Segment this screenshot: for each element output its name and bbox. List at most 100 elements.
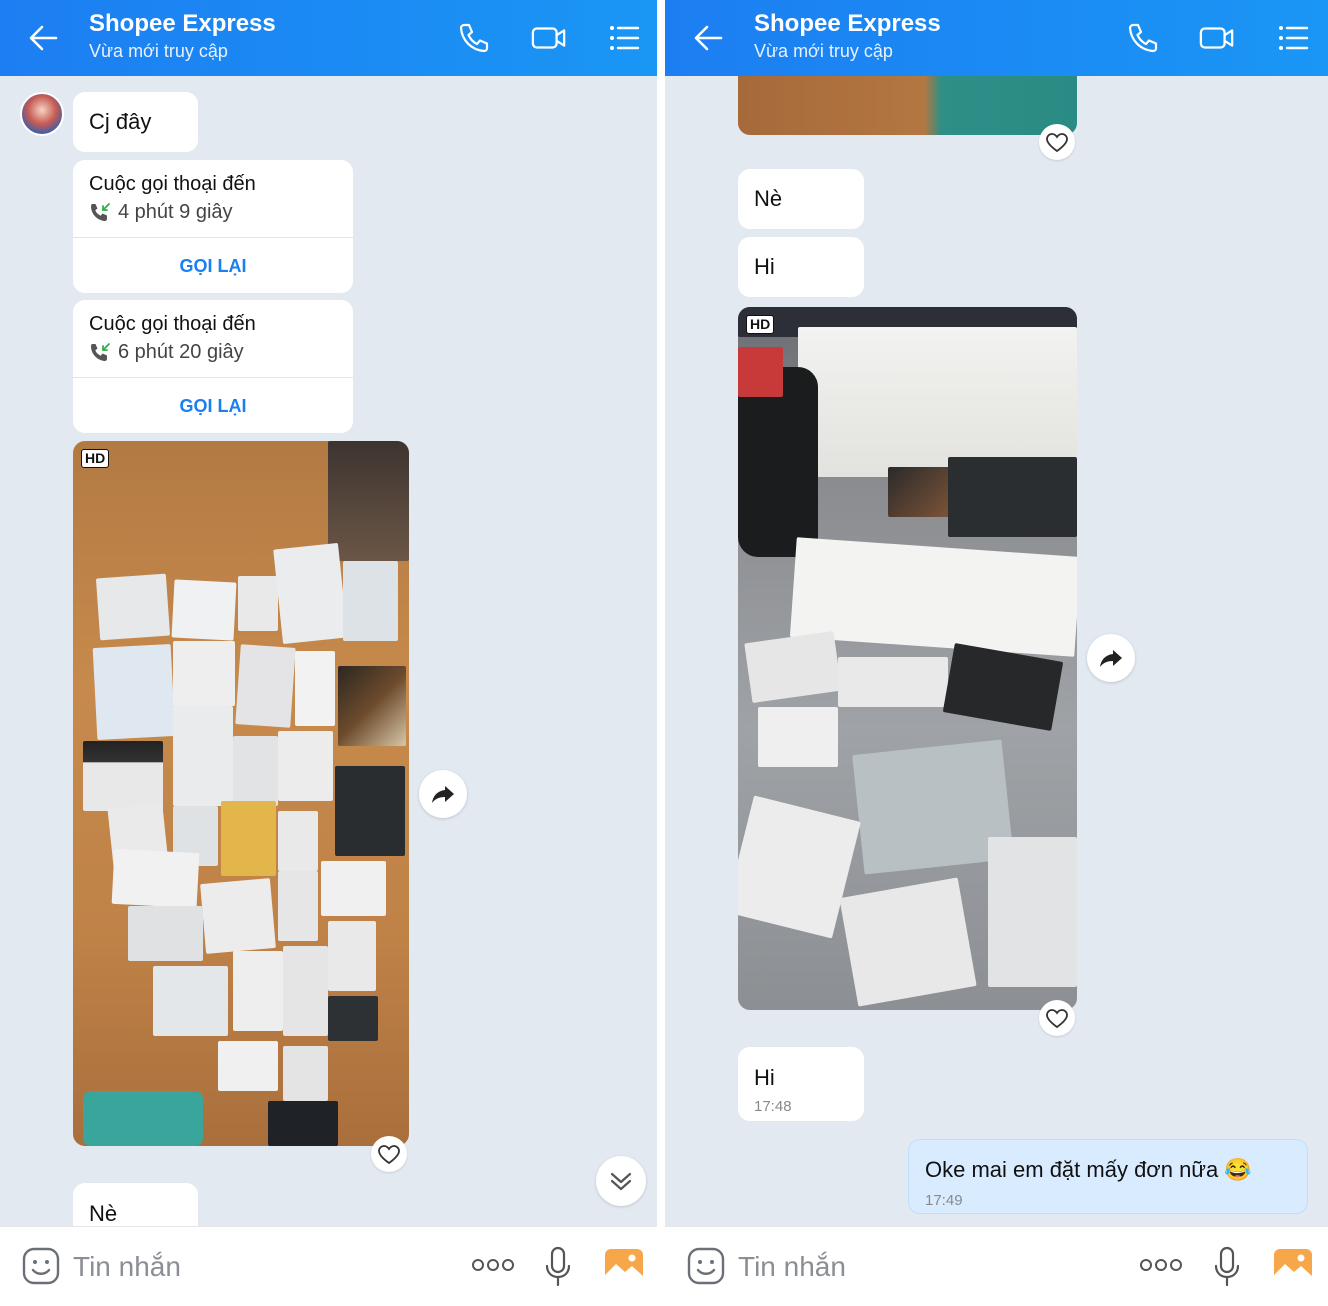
package: [839, 877, 977, 1007]
phone-call-icon[interactable]: [1125, 20, 1161, 56]
microphone-icon[interactable]: [1211, 1245, 1243, 1289]
call-back-button[interactable]: GỌI LẠI: [73, 378, 353, 434]
react-button[interactable]: [1039, 1000, 1075, 1036]
package: [200, 878, 276, 954]
forward-button[interactable]: [419, 770, 467, 818]
package: [173, 706, 233, 806]
message-text: Nè: [754, 186, 783, 211]
message-text: Oke mai em đặt mấy đơn nữa 😂: [925, 1157, 1252, 1182]
package: [295, 651, 335, 726]
chat-screen-left: Shopee Express Vừa mới truy cập Cj đây C…: [0, 0, 657, 1306]
microphone-icon[interactable]: [542, 1245, 574, 1289]
photo-region: [738, 347, 783, 397]
message-text: Hi: [754, 1065, 775, 1090]
package: [948, 457, 1077, 537]
incoming-call-card: Cuộc gọi thoại đến 6 phút 20 giây GỌI LẠ…: [73, 300, 353, 433]
contact-avatar[interactable]: [20, 92, 64, 136]
photo-message[interactable]: HD: [73, 441, 409, 1146]
screenshot-collage: Shopee Express Vừa mới truy cập Cj đây C…: [0, 0, 1328, 1306]
package: [744, 631, 842, 703]
video-call-icon[interactable]: [531, 20, 567, 56]
package: [83, 1091, 203, 1146]
video-call-icon[interactable]: [1199, 20, 1235, 56]
scroll-down-button[interactable]: [596, 1156, 646, 1206]
message-text: Hi: [754, 254, 775, 279]
package: [218, 1041, 278, 1091]
hd-badge: HD: [81, 449, 110, 468]
call-duration: 6 phút 20 giây: [118, 341, 244, 363]
menu-list-icon[interactable]: [1275, 20, 1311, 56]
package: [268, 1101, 338, 1146]
message-text: Nè: [89, 1201, 118, 1226]
package: [153, 966, 228, 1036]
chat-header: Shopee Express Vừa mới truy cập: [665, 0, 1328, 76]
heart-icon: [1046, 133, 1068, 153]
back-arrow-icon[interactable]: [26, 22, 62, 54]
package: [343, 561, 398, 641]
package: [273, 542, 348, 645]
message-input[interactable]: Tin nhắn: [738, 1251, 846, 1283]
message-composer: Tin nhắn: [0, 1226, 657, 1306]
package: [111, 848, 200, 909]
chat-status: Vừa mới truy cập: [89, 41, 228, 61]
message-text: Cj đây: [89, 109, 152, 134]
message-composer: Tin nhắn: [665, 1226, 1328, 1306]
message-bubble[interactable]: Hi 17:48: [738, 1047, 864, 1121]
incoming-call-icon: [91, 343, 110, 361]
package: [233, 736, 278, 806]
react-button[interactable]: [371, 1136, 407, 1172]
package: [321, 861, 386, 916]
back-arrow-icon[interactable]: [691, 22, 727, 54]
hd-badge: HD: [746, 315, 775, 334]
forward-icon: [432, 786, 454, 803]
package: [233, 951, 283, 1031]
image-icon[interactable]: [1272, 1245, 1314, 1287]
package: [283, 1046, 328, 1101]
more-icon[interactable]: [471, 1255, 515, 1275]
package: [758, 707, 838, 767]
call-title: Cuộc gọi thoại đến: [89, 313, 256, 335]
package: [278, 731, 333, 801]
message-bubble[interactable]: Hi: [738, 237, 864, 297]
chat-title[interactable]: Shopee Express: [89, 10, 276, 38]
chat-status: Vừa mới truy cập: [754, 41, 893, 61]
incoming-call-icon: [91, 203, 110, 221]
my-message-bubble[interactable]: Oke mai em đặt mấy đơn nữa 😂 17:49: [908, 1139, 1308, 1214]
package: [128, 906, 203, 961]
image-icon[interactable]: [603, 1245, 645, 1287]
message-bubble[interactable]: Cj đây: [73, 92, 198, 152]
photo-message[interactable]: HD: [738, 307, 1077, 1010]
incoming-call-card: Cuộc gọi thoại đến 4 phút 9 giây GỌI LẠI: [73, 160, 353, 293]
package: [221, 801, 276, 876]
package: [328, 921, 376, 991]
package: [328, 996, 378, 1041]
photo-region: [328, 441, 409, 561]
package: [173, 641, 235, 706]
photo-region: [798, 327, 1077, 477]
package: [92, 644, 176, 740]
package: [838, 657, 948, 707]
package: [335, 766, 405, 856]
more-icon[interactable]: [1139, 1255, 1183, 1275]
call-back-button[interactable]: GỌI LẠI: [73, 238, 353, 294]
phone-call-icon[interactable]: [456, 20, 492, 56]
chat-title[interactable]: Shopee Express: [754, 10, 941, 38]
scroll-down-icon: [610, 1172, 632, 1191]
message-bubble[interactable]: Nè: [738, 169, 864, 229]
sticker-icon[interactable]: [20, 1245, 62, 1287]
package: [988, 837, 1077, 987]
package: [278, 871, 318, 941]
menu-list-icon[interactable]: [606, 20, 642, 56]
heart-icon: [1046, 1009, 1068, 1029]
react-button[interactable]: [1039, 124, 1075, 160]
call-title: Cuộc gọi thoại đến: [89, 173, 256, 195]
package: [171, 579, 237, 641]
forward-button[interactable]: [1087, 634, 1135, 682]
sticker-icon[interactable]: [685, 1245, 727, 1287]
heart-icon: [378, 1145, 400, 1165]
call-duration: 4 phút 9 giây: [118, 201, 233, 223]
package: [95, 573, 171, 641]
package: [338, 666, 406, 746]
message-input[interactable]: Tin nhắn: [73, 1251, 181, 1283]
package: [283, 946, 328, 1036]
